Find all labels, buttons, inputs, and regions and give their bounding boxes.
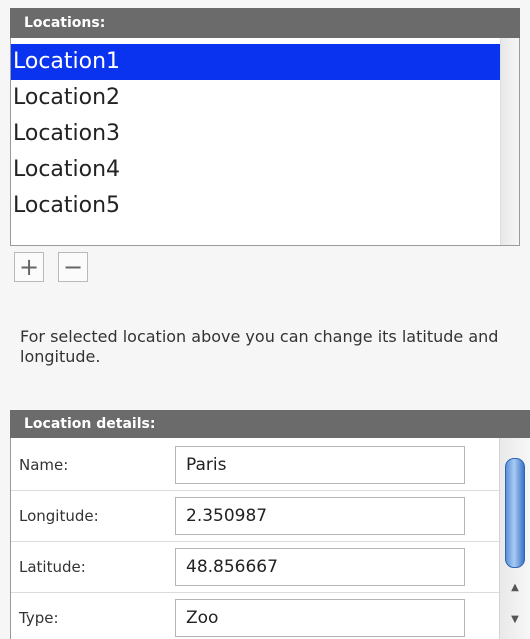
latitude-field[interactable]: 48.856667 <box>175 548 465 586</box>
type-field[interactable]: Zoo <box>175 599 465 637</box>
help-text: For selected location above you can chan… <box>20 327 499 366</box>
location-details-header: Location details: <box>10 410 530 438</box>
scrollbar-thumb[interactable] <box>505 458 525 568</box>
locations-rows: Location1 Location2 Location3 Location4 … <box>11 44 501 224</box>
longitude-field[interactable]: 2.350987 <box>175 497 465 535</box>
location-editor: Locations: Location1 Location2 Location3… <box>0 0 530 639</box>
location-item-3[interactable]: Location3 <box>11 116 501 152</box>
location-item-5[interactable]: Location5 <box>11 188 501 224</box>
latitude-label: Latitude: <box>19 558 86 576</box>
field-row-name: Name: Paris <box>11 440 499 490</box>
remove-location-button[interactable]: − <box>58 252 88 282</box>
location-details-panel: Name: Paris Longitude: 2.350987 Latitude… <box>10 438 530 639</box>
locations-list[interactable]: Location1 Location2 Location3 Location4 … <box>10 38 520 246</box>
locations-scrollbar[interactable] <box>500 38 519 245</box>
location-item-2[interactable]: Location2 <box>11 80 501 116</box>
scroll-up-arrow-icon[interactable]: ▲ <box>500 576 530 600</box>
field-row-latitude: Latitude: 48.856667 <box>11 542 499 592</box>
plus-icon: + <box>18 253 40 281</box>
details-scrollbar[interactable]: ▲ ▼ <box>499 438 530 639</box>
name-label: Name: <box>19 456 69 474</box>
location-item-4[interactable]: Location4 <box>11 152 501 188</box>
locations-header: Locations: <box>10 8 520 38</box>
longitude-label: Longitude: <box>19 507 99 525</box>
minus-icon: − <box>62 253 84 281</box>
type-label: Type: <box>19 609 59 627</box>
field-row-type: Type: Zoo <box>11 593 499 639</box>
scroll-down-arrow-icon[interactable]: ▼ <box>500 608 530 632</box>
add-location-button[interactable]: + <box>14 252 44 282</box>
location-item-1[interactable]: Location1 <box>11 44 501 80</box>
field-row-longitude: Longitude: 2.350987 <box>11 491 499 541</box>
name-field[interactable]: Paris <box>175 446 465 484</box>
